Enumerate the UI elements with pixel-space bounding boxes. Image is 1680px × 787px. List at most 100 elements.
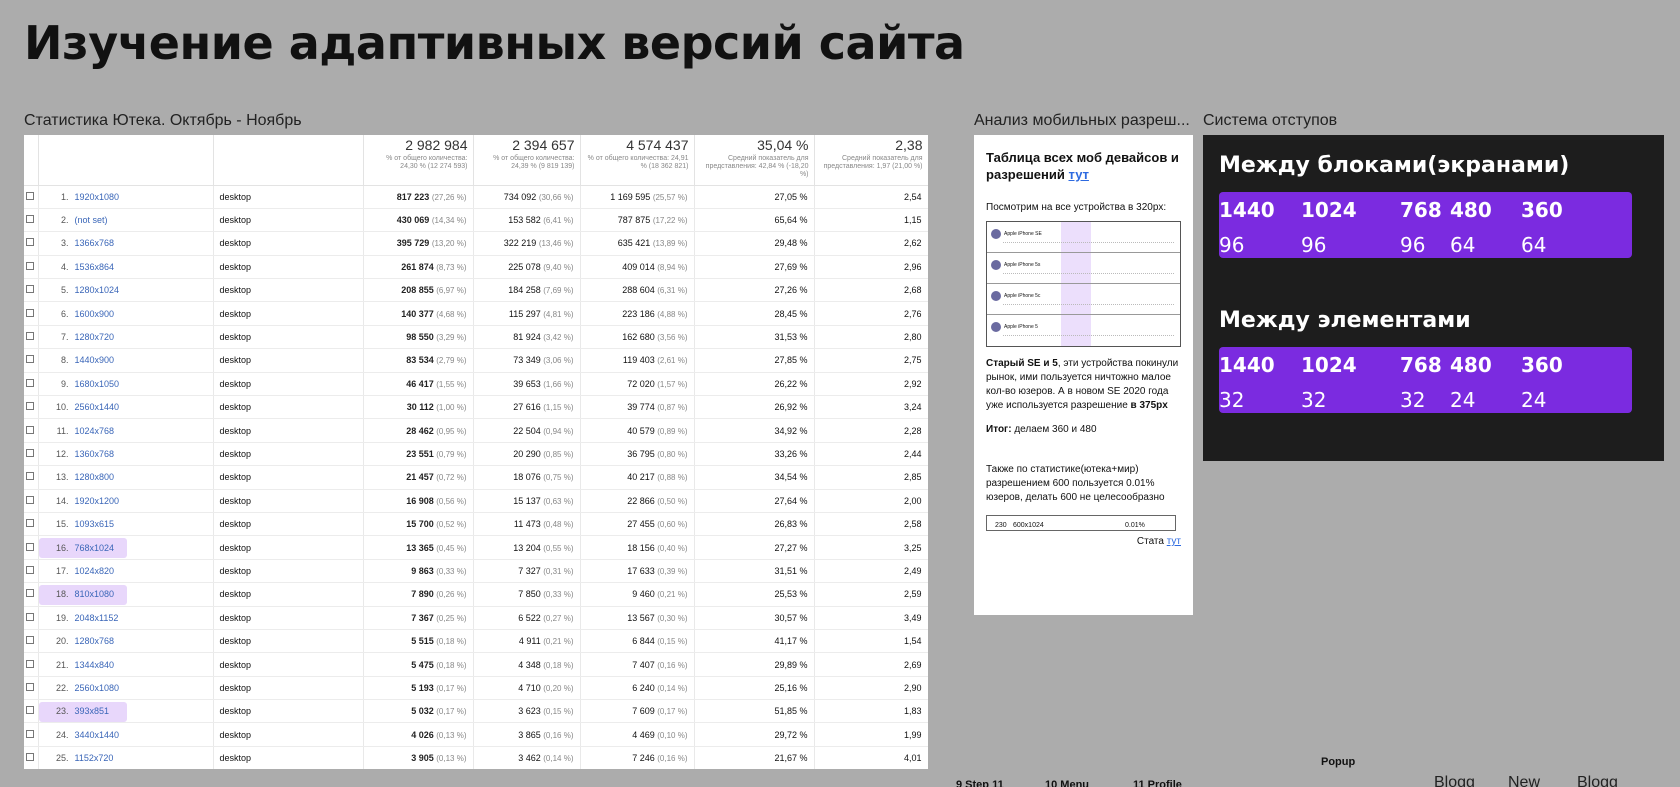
row-checkbox[interactable] <box>26 238 34 247</box>
table-row[interactable]: 9. 1680x1050 desktop 46 417 (1,55 %) 39 653 … <box>24 372 928 397</box>
row-checkbox[interactable] <box>26 261 34 270</box>
resolution-link[interactable]: 1280x800 <box>75 472 115 482</box>
row-checkbox[interactable] <box>26 448 34 457</box>
frame-label-step[interactable]: 9 Step 11 <box>956 779 1004 787</box>
col-header-2[interactable]: 2 394 657% от общего количества: 24,39 %… <box>473 135 581 186</box>
spacing-frame-label[interactable]: Система отступов <box>1203 112 1337 130</box>
row-checkbox[interactable] <box>26 589 34 598</box>
row-checkbox[interactable] <box>26 355 34 364</box>
resolution-link[interactable]: 1280x1024 <box>75 285 120 295</box>
row-checkbox[interactable] <box>26 542 34 551</box>
row-checkbox[interactable] <box>26 636 34 645</box>
table-row[interactable]: 11. 1024x768 desktop 28 462 (0,95 %) 22 504 … <box>24 418 928 443</box>
resolution-link[interactable]: 1280x720 <box>75 332 115 342</box>
table-row[interactable]: 1. 1920x1080 desktop 817 223 (27,26 %) 734 0… <box>24 185 928 209</box>
row-index: 7. <box>60 332 69 343</box>
resolution-link[interactable]: 1344x840 <box>75 660 115 670</box>
resolution-link[interactable]: 810x1080 <box>75 589 115 599</box>
resolution-link[interactable]: 1920x1080 <box>75 192 120 202</box>
resolution-cell: 23. 393x851 <box>38 699 214 724</box>
frame-label-menu[interactable]: 10 Menu <box>1045 779 1089 787</box>
device-row: Apple iPhone SE <box>987 222 1180 253</box>
table-row[interactable]: 19. 2048x1152 desktop 7 367 (0,25 %) 6 522 (… <box>24 606 928 630</box>
row-checkbox[interactable] <box>26 706 34 715</box>
table-row[interactable]: 18. 810x1080 desktop 7 890 (0,26 %) 7 850 (0… <box>24 582 928 607</box>
resolution-link[interactable]: 1366x768 <box>75 238 115 248</box>
table-row[interactable]: 21. 1344x840 desktop 5 475 (0,18 %) 4 348 (0… <box>24 652 928 677</box>
row-checkbox[interactable] <box>26 472 34 481</box>
resolution-link[interactable]: 3440x1440 <box>75 730 120 740</box>
frame-label-new[interactable]: New <box>1508 774 1540 787</box>
table-row[interactable]: 7. 1280x720 desktop 98 550 (3,29 %) 81 924 (… <box>24 325 928 350</box>
resolution-link[interactable]: 2560x1440 <box>75 402 120 412</box>
row-checkbox[interactable] <box>26 565 34 574</box>
col-header-3[interactable]: 4 574 437% от общего количества: 24,91 %… <box>580 135 695 186</box>
resolution-link[interactable]: 768x1024 <box>75 543 115 553</box>
col-header-1[interactable]: 2 982 984% от общего количества: 24,30 %… <box>363 135 474 186</box>
row-checkbox[interactable] <box>26 285 34 294</box>
row-checkbox[interactable] <box>26 402 34 411</box>
row-checkbox[interactable] <box>26 682 34 691</box>
stats-frame-label[interactable]: Статистика Ютека. Октябрь - Ноябрь <box>24 112 302 130</box>
frame-label-blogg-2[interactable]: Blogg <box>1577 774 1618 787</box>
table-row[interactable]: 4. 1536x864 desktop 261 874 (8,73 %) 225 078… <box>24 255 928 280</box>
resolution-link[interactable]: 1360x768 <box>75 449 115 459</box>
table-row[interactable]: 25. 1152x720 desktop 3 905 (0,13 %) 3 462 (0… <box>24 746 928 769</box>
col-header-5[interactable]: 2,38 Средний показатель для представления… <box>814 135 928 186</box>
row-index: 20. <box>55 636 69 647</box>
table-row[interactable]: 23. 393x851 desktop 5 032 (0,17 %) 3 623 (0,… <box>24 699 928 724</box>
table-row[interactable]: 12. 1360x768 desktop 23 551 (0,79 %) 20 290 … <box>24 442 928 467</box>
table-row[interactable]: 3. 1366x768 desktop 395 729 (13,20 %) 322 21… <box>24 231 928 256</box>
table-row[interactable]: 17. 1024x820 desktop 9 863 (0,33 %) 7 327 (0… <box>24 559 928 584</box>
resolution-link[interactable]: 1536x864 <box>75 262 115 272</box>
table-row[interactable]: 6. 1600x900 desktop 140 377 (4,68 %) 115 297… <box>24 301 928 326</box>
device-cell: desktop <box>213 629 364 654</box>
devices-table-link[interactable]: тут <box>1069 167 1089 182</box>
col-header-4[interactable]: 35,04 % Средний показатель для представле… <box>694 135 815 186</box>
stata-link[interactable]: тут <box>1167 536 1181 547</box>
table-row[interactable]: 14. 1920x1200 desktop 16 908 (0,56 %) 15 137… <box>24 489 928 513</box>
row-checkbox[interactable] <box>26 215 34 224</box>
breakpoint: 1024 <box>1301 353 1357 377</box>
row-checkbox[interactable] <box>26 191 34 200</box>
frame-label-popup[interactable]: Popup <box>1321 756 1355 768</box>
resolution-link[interactable]: 1280x768 <box>75 636 115 646</box>
table-row[interactable]: 20. 1280x768 desktop 5 515 (0,18 %) 4 911 (0… <box>24 629 928 654</box>
table-row[interactable]: 16. 768x1024 desktop 13 365 (0,45 %) 13 204 … <box>24 535 928 560</box>
row-checkbox[interactable] <box>26 753 34 762</box>
table-row[interactable]: 22. 2560x1080 desktop 5 193 (0,17 %) 4 710 (… <box>24 676 928 701</box>
resolution-link[interactable]: 1680x1050 <box>75 379 120 389</box>
table-row[interactable]: 24. 3440x1440 desktop 4 026 (0,13 %) 3 865 (… <box>24 722 928 747</box>
table-row[interactable]: 5. 1280x1024 desktop 208 855 (6,97 %) 184 25… <box>24 278 928 303</box>
row-checkbox[interactable] <box>26 659 34 668</box>
row-checkbox[interactable] <box>26 425 34 434</box>
resolution-link[interactable]: 1093x615 <box>75 519 115 529</box>
value-cell: 26,92 % <box>694 395 815 420</box>
resolution-link[interactable]: 1024x768 <box>75 426 115 436</box>
device-cell: desktop <box>213 559 364 584</box>
frame-label-blogg[interactable]: Blogg <box>1434 774 1475 787</box>
resolution-link[interactable]: 1920x1200 <box>75 496 120 506</box>
row-checkbox[interactable] <box>26 332 34 341</box>
analysis-frame-label[interactable]: Анализ мобильных разреш... <box>974 112 1196 130</box>
resolution-link[interactable]: 1152x720 <box>75 753 114 763</box>
row-checkbox[interactable] <box>26 729 34 738</box>
table-row[interactable]: 10. 2560x1440 desktop 30 112 (1,00 %) 27 616… <box>24 395 928 420</box>
resolution-link[interactable]: 1600x900 <box>75 309 115 319</box>
resolution-link[interactable]: 393x851 <box>75 706 110 716</box>
frame-label-profile[interactable]: 11 Profile <box>1133 779 1182 787</box>
resolution-link[interactable]: 2048x1152 <box>75 613 119 623</box>
row-checkbox[interactable] <box>26 612 34 621</box>
table-row[interactable]: 2. (not set) desktop 430 069 (14,34 %) 153 5… <box>24 208 928 233</box>
resolution-link[interactable]: (not set) <box>75 215 108 225</box>
table-row[interactable]: 8. 1440x900 desktop 83 534 (2,79 %) 73 349 (… <box>24 348 928 373</box>
resolution-link[interactable]: 1024x820 <box>75 566 115 576</box>
row-checkbox[interactable] <box>26 495 34 504</box>
row-checkbox[interactable] <box>26 308 34 317</box>
row-checkbox[interactable] <box>26 519 34 528</box>
resolution-link[interactable]: 2560x1080 <box>75 683 120 693</box>
row-checkbox[interactable] <box>26 378 34 387</box>
table-row[interactable]: 13. 1280x800 desktop 21 457 (0,72 %) 18 076 … <box>24 465 928 490</box>
table-row[interactable]: 15. 1093x615 desktop 15 700 (0,52 %) 11 473 … <box>24 512 928 537</box>
resolution-link[interactable]: 1440x900 <box>75 355 115 365</box>
